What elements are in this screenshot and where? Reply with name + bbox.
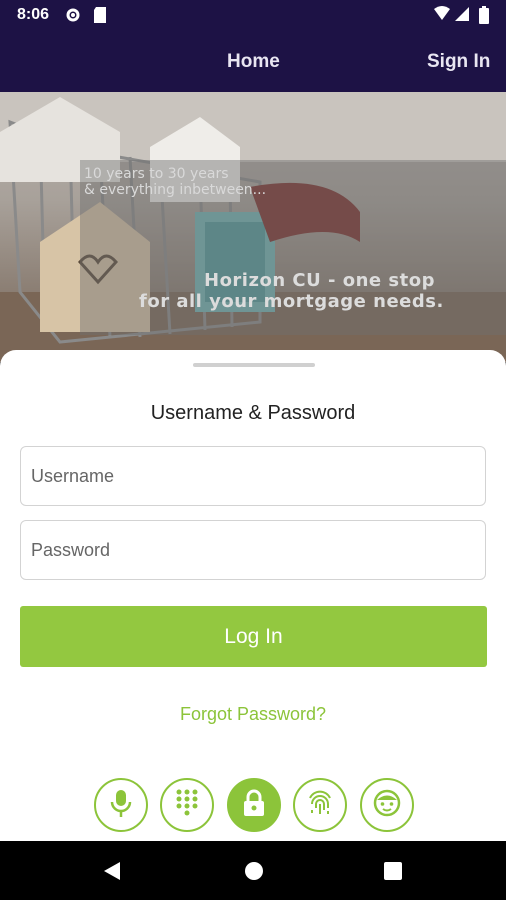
microphone-icon [108, 788, 134, 823]
login-title: Username & Password [150, 402, 356, 424]
back-icon[interactable] [103, 861, 121, 886]
system-nav-bar [0, 841, 506, 900]
recents-icon[interactable] [384, 862, 402, 885]
username-input[interactable] [21, 447, 485, 505]
password-field[interactable] [20, 520, 486, 580]
face-icon [372, 788, 402, 823]
status-time: 8:06 [17, 6, 50, 23]
status-bar: 8:06 [0, 0, 506, 31]
password-auth-button[interactable] [227, 778, 281, 832]
username-field[interactable] [20, 446, 486, 506]
settings-icon [64, 6, 82, 29]
keypad-icon [174, 788, 200, 823]
hero-banner: 10 years to 30 years & everything inbetw… [0, 92, 506, 362]
pin-auth-button[interactable] [160, 778, 214, 832]
login-sheet: Username & Password Log In Forgot Passwo… [0, 350, 506, 841]
signal-icon [454, 6, 470, 27]
home-icon[interactable] [244, 861, 264, 886]
wifi-icon [433, 6, 451, 27]
hero-tagline-2: & everything inbetween... [84, 182, 267, 198]
hero-tagline-1: 10 years to 30 years [84, 166, 229, 182]
battery-icon [479, 6, 489, 29]
nav-home-link[interactable]: Home [227, 51, 280, 73]
fingerprint-auth-button[interactable] [293, 778, 347, 832]
lock-icon [241, 788, 267, 823]
forgot-password-link[interactable]: Forgot Password? [0, 704, 506, 725]
face-auth-button[interactable] [360, 778, 414, 832]
top-nav: Home Sign In [0, 31, 506, 92]
fingerprint-icon [306, 788, 334, 823]
sheet-drag-handle[interactable] [193, 363, 315, 367]
nav-sign-in-link[interactable]: Sign In [427, 51, 490, 73]
voice-auth-button[interactable] [94, 778, 148, 832]
sd-card-icon [93, 6, 107, 29]
login-button[interactable]: Log In [20, 606, 487, 667]
hero-headline-1: Horizon CU - one stop [204, 270, 435, 291]
password-input[interactable] [21, 521, 485, 579]
hero-headline-2: for all your mortgage needs. [139, 291, 444, 312]
